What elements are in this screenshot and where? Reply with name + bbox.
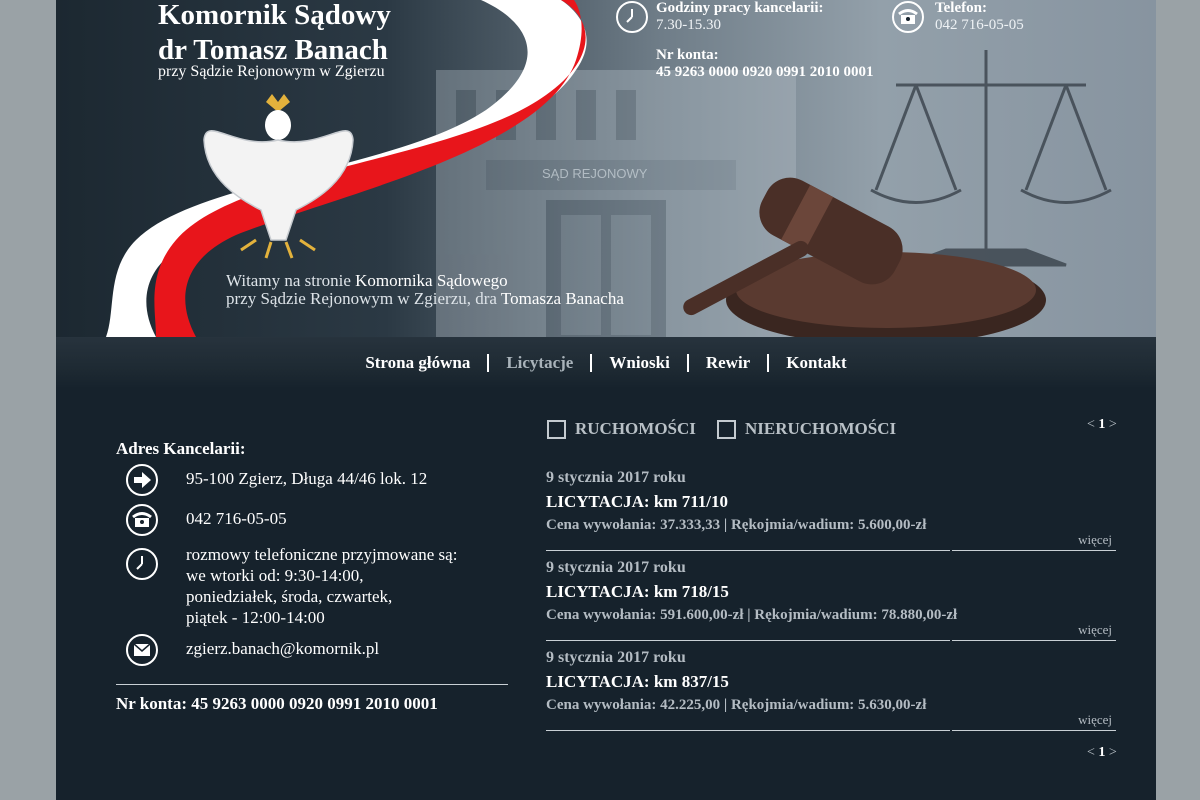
filter-realestate-label: NIERUCHOMOŚCI: [745, 419, 897, 438]
clock-icon: [616, 1, 648, 33]
auction-title[interactable]: LICYTACJA: km 718/15: [546, 582, 1116, 602]
site-title: Komornik Sądowy dr Tomasz Banach: [158, 0, 391, 68]
header-account-label: Nr konta:: [656, 47, 719, 63]
contact-hours-line4: piątek - 12:00-14:00: [186, 608, 325, 627]
phone-icon: [892, 1, 924, 33]
pager-next[interactable]: >: [1109, 745, 1117, 760]
contact-email[interactable]: zgierz.banach@komornik.pl: [186, 638, 379, 659]
header-banner: SĄD REJONOWY Komornik Sądowy dr Tomasz B…: [56, 0, 1156, 337]
clock-icon: [126, 548, 158, 580]
filter-movables-label: RUCHOMOŚCI: [575, 419, 696, 438]
envelope-icon: [126, 634, 158, 666]
auction-item: 9 stycznia 2017 roku LICYTACJA: km 718/1…: [546, 559, 1116, 641]
nav-item-contact[interactable]: Kontakt: [767, 354, 863, 372]
nav-item-auctions[interactable]: Licytacje: [487, 354, 590, 372]
welcome-text-1: Witamy na stronie: [226, 271, 356, 290]
header-phone-label: Telefon:: [935, 0, 987, 16]
auction-item: 9 stycznia 2017 roku LICYTACJA: km 837/1…: [546, 649, 1116, 731]
header-hours-value: 7.30-15.30: [656, 17, 721, 33]
pager-bottom: < 1 >: [1087, 745, 1117, 761]
auction-price: Cena wywołania: 591.600,00-zł | Rękojmia…: [546, 607, 958, 623]
contact-hours-line1: rozmowy telefoniczne przyjmowane są:: [186, 545, 458, 564]
more-link[interactable]: więcej: [1078, 532, 1112, 548]
filter-movables[interactable]: RUCHOMOŚCI: [547, 419, 696, 439]
divider: [546, 730, 950, 731]
pager-next[interactable]: >: [1109, 417, 1117, 432]
contact-hours: rozmowy telefoniczne przyjmowane są: we …: [186, 544, 457, 628]
welcome-highlight-1: Komornika Sądowego: [355, 271, 508, 290]
contact-phone[interactable]: 042 716-05-05: [186, 508, 287, 529]
pager-prev[interactable]: <: [1087, 745, 1095, 760]
divider: [116, 684, 508, 685]
auction-price: Cena wywołania: 37.333,33 | Rękojmia/wad…: [546, 517, 927, 533]
contact-hours-line3: poniedziałek, środa, czwartek,: [186, 587, 393, 606]
welcome-highlight-2: Tomasza Banacha: [500, 289, 624, 308]
building-sign: SĄD REJONOWY: [542, 166, 648, 181]
header-account: Nr konta: 45 9263 0000 0920 0991 2010 00…: [656, 47, 874, 81]
contact-address: 95-100 Zgierz, Długa 44/46 lok. 12: [186, 469, 428, 488]
more-link[interactable]: więcej: [1078, 712, 1112, 728]
bank-account: Nr konta: 45 9263 0000 0920 0991 2010 00…: [116, 694, 438, 713]
office-address-title: Adres Kancelarii:: [116, 439, 246, 458]
nav-item-applications[interactable]: Wnioski: [590, 354, 686, 372]
phone-icon: [126, 504, 158, 536]
header-phone-value: 042 716-05-05: [935, 17, 1024, 33]
divider: [952, 550, 1116, 551]
more-link[interactable]: więcej: [1078, 622, 1112, 638]
divider: [952, 640, 1116, 641]
header-phone: Telefon: 042 716-05-05: [935, 0, 1024, 34]
main-nav: Strona główna Licytacje Wnioski Rewir Ko…: [56, 337, 1156, 389]
page-container: SĄD REJONOWY Komornik Sądowy dr Tomasz B…: [56, 0, 1156, 800]
pager-prev[interactable]: <: [1087, 417, 1095, 432]
filter-movables-checkbox[interactable]: [547, 419, 566, 439]
pager-current[interactable]: 1: [1098, 417, 1105, 432]
auction-title[interactable]: LICYTACJA: km 711/10: [546, 492, 1116, 512]
arrow-right-icon: [126, 464, 158, 496]
welcome-text-2: przy Sądzie Rejonowym w Zgierzu, dra: [226, 289, 501, 308]
welcome-message: Witamy na stronie Komornika Sądowego prz…: [226, 272, 624, 308]
auction-item: 9 stycznia 2017 roku LICYTACJA: km 711/1…: [546, 469, 1116, 551]
pager-top: < 1 >: [1087, 417, 1117, 433]
site-subtitle: przy Sądzie Rejonowym w Zgierzu: [158, 63, 385, 80]
scales-of-justice-icon: [870, 50, 1112, 267]
divider: [952, 730, 1116, 731]
header-hours-label: Godziny pracy kancelarii:: [656, 0, 824, 16]
auction-date: 9 stycznia 2017 roku: [546, 649, 686, 666]
header-hours: Godziny pracy kancelarii: 7.30-15.30: [656, 0, 824, 34]
contact-hours-line2: we wtorki od: 9:30-14:00,: [186, 566, 364, 585]
pager-current[interactable]: 1: [1098, 745, 1105, 760]
divider: [546, 550, 950, 551]
nav-item-district[interactable]: Rewir: [686, 354, 767, 372]
auction-date: 9 stycznia 2017 roku: [546, 469, 686, 486]
auction-date: 9 stycznia 2017 roku: [546, 559, 686, 576]
site-title-line1: Komornik Sądowy: [158, 0, 391, 31]
auction-price: Cena wywołania: 42.225,00 | Rękojmia/wad…: [546, 697, 927, 713]
auction-title[interactable]: LICYTACJA: km 837/15: [546, 672, 1116, 692]
header-account-value: 45 9263 0000 0920 0991 2010 0001: [656, 64, 874, 80]
filter-realestate[interactable]: NIERUCHOMOŚCI: [717, 419, 896, 439]
filter-realestate-checkbox[interactable]: [717, 419, 736, 439]
divider: [546, 640, 950, 641]
nav-item-home[interactable]: Strona główna: [348, 354, 487, 372]
